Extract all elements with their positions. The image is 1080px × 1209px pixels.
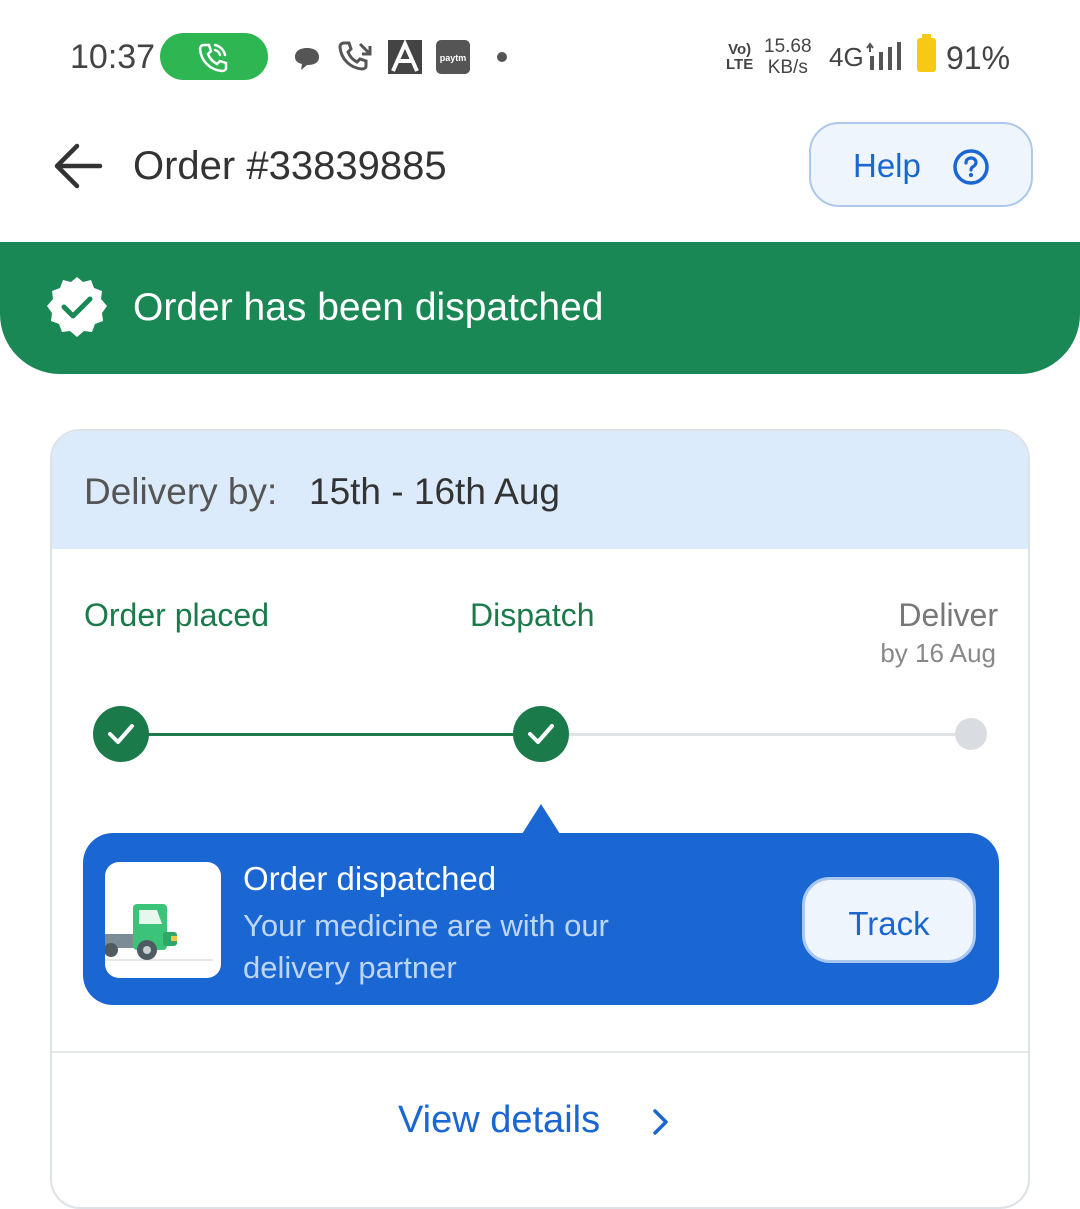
svg-text:paytm: paytm	[440, 53, 467, 63]
track-label: Track	[848, 905, 930, 942]
check-icon	[528, 724, 554, 744]
delivery-estimate-header: Delivery by: 15th - 16th Aug	[52, 431, 1028, 549]
dispatch-status-banner: Order has been dispatched	[0, 242, 1080, 374]
back-button[interactable]	[50, 140, 106, 192]
progress-line-complete	[148, 733, 544, 736]
order-tracking-card: Delivery by: 15th - 16th Aug Order place…	[50, 429, 1030, 1209]
phone-call-icon	[198, 43, 228, 73]
status-time: 10:37	[70, 38, 156, 76]
battery-icon	[917, 34, 936, 72]
delivery-truck-illustration	[105, 862, 221, 978]
view-details-link[interactable]: View details	[398, 1099, 668, 1149]
chevron-right-icon	[653, 1109, 668, 1135]
delivery-date: 15th - 16th Aug	[309, 471, 560, 512]
callout-subtitle: Your medicine are with our delivery part…	[243, 908, 609, 985]
back-arrow-icon	[54, 143, 103, 189]
order-dispatched-callout: Order dispatched Your medicine are with …	[83, 833, 999, 1005]
question-circle-icon	[953, 149, 989, 185]
status-bar: 10:37 paytm Vo) LTE 15.68 KB/s 4G 91%	[0, 0, 1080, 115]
verified-badge-icon	[47, 277, 107, 337]
delivery-label: Delivery by:	[84, 471, 278, 512]
help-button[interactable]: Help	[809, 122, 1033, 207]
ongoing-call-pill[interactable]	[160, 33, 268, 80]
a-app-icon	[388, 40, 422, 74]
volte-indicator: Vo) LTE	[726, 41, 754, 73]
missed-call-icon	[338, 41, 372, 71]
step-order-placed-dot	[93, 706, 149, 762]
banner-text: Order has been dispatched	[133, 286, 604, 329]
more-notifications-dot	[497, 52, 507, 62]
battery-percentage: 91%	[946, 40, 1011, 76]
step-deliver-dot	[955, 718, 987, 750]
delivery-truck-icon	[105, 904, 213, 961]
network-type: 4G	[829, 42, 864, 72]
track-button[interactable]: Track	[802, 877, 976, 963]
step-deliver-date: by 16 Aug	[880, 638, 996, 668]
chat-bubble-icon	[295, 48, 319, 70]
signal-strength-icon	[866, 42, 901, 70]
view-details-label: View details	[398, 1099, 601, 1141]
check-icon	[108, 724, 134, 744]
progress-line-pending	[568, 733, 974, 736]
step-deliver-label: Deliver	[898, 597, 998, 633]
callout-pointer	[522, 804, 560, 834]
paytm-icon: paytm	[436, 40, 470, 74]
help-label: Help	[853, 147, 921, 184]
step-dispatch-label: Dispatch	[470, 597, 595, 633]
network-speed: 15.68 KB/s	[764, 36, 812, 78]
card-divider	[52, 1051, 1028, 1053]
page-title: Order #33839885	[133, 144, 447, 188]
callout-title: Order dispatched	[243, 860, 497, 897]
step-order-placed-label: Order placed	[84, 597, 269, 633]
step-dispatch-dot	[513, 706, 569, 762]
